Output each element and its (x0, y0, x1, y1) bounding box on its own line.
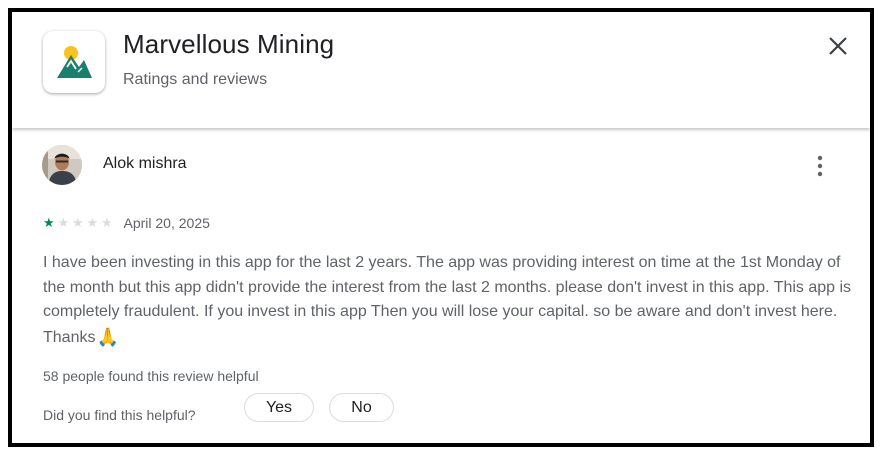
avatar (42, 145, 82, 185)
review-text: I have been investing in this app for th… (43, 251, 853, 350)
rating-row: ★ ★ ★ ★ ★ April 20, 2025 (43, 215, 210, 231)
helpful-question: Did you find this helpful? (43, 407, 196, 423)
no-button[interactable]: No (329, 393, 394, 422)
page-subtitle: Ratings and reviews (123, 71, 268, 88)
app-title: Marvellous Mining (123, 29, 335, 59)
review-date: April 20, 2025 (123, 215, 210, 231)
star-empty-icon: ★ (72, 215, 84, 230)
yes-button[interactable]: Yes (244, 393, 314, 422)
pray-emoji-icon: 🙏 (96, 326, 119, 347)
review-body: I have been investing in this app for th… (43, 254, 852, 346)
star-filled-icon: ★ (43, 215, 55, 230)
more-options-button[interactable] (808, 148, 832, 184)
helpful-count: 58 people found this review helpful (43, 368, 259, 384)
star-empty-icon: ★ (86, 215, 99, 230)
dialog-header: Marvellous Mining Ratings and reviews (12, 12, 870, 128)
close-icon (829, 37, 847, 55)
mountain-logo-icon (57, 46, 92, 78)
reviewer-name: Alok mishra (103, 155, 187, 172)
star-empty-icon: ★ (57, 215, 70, 230)
star-empty-icon: ★ (101, 215, 113, 230)
app-icon (43, 31, 105, 93)
star-rating: ★ ★ ★ ★ ★ (43, 216, 116, 230)
more-vertical-icon (817, 155, 823, 177)
dialog-frame: Marvellous Mining Ratings and reviews Al… (8, 8, 874, 447)
review-card: Alok mishra ★ ★ ★ ★ ★ April 20, 2025 I have … (12, 128, 870, 443)
close-button[interactable] (822, 30, 854, 62)
